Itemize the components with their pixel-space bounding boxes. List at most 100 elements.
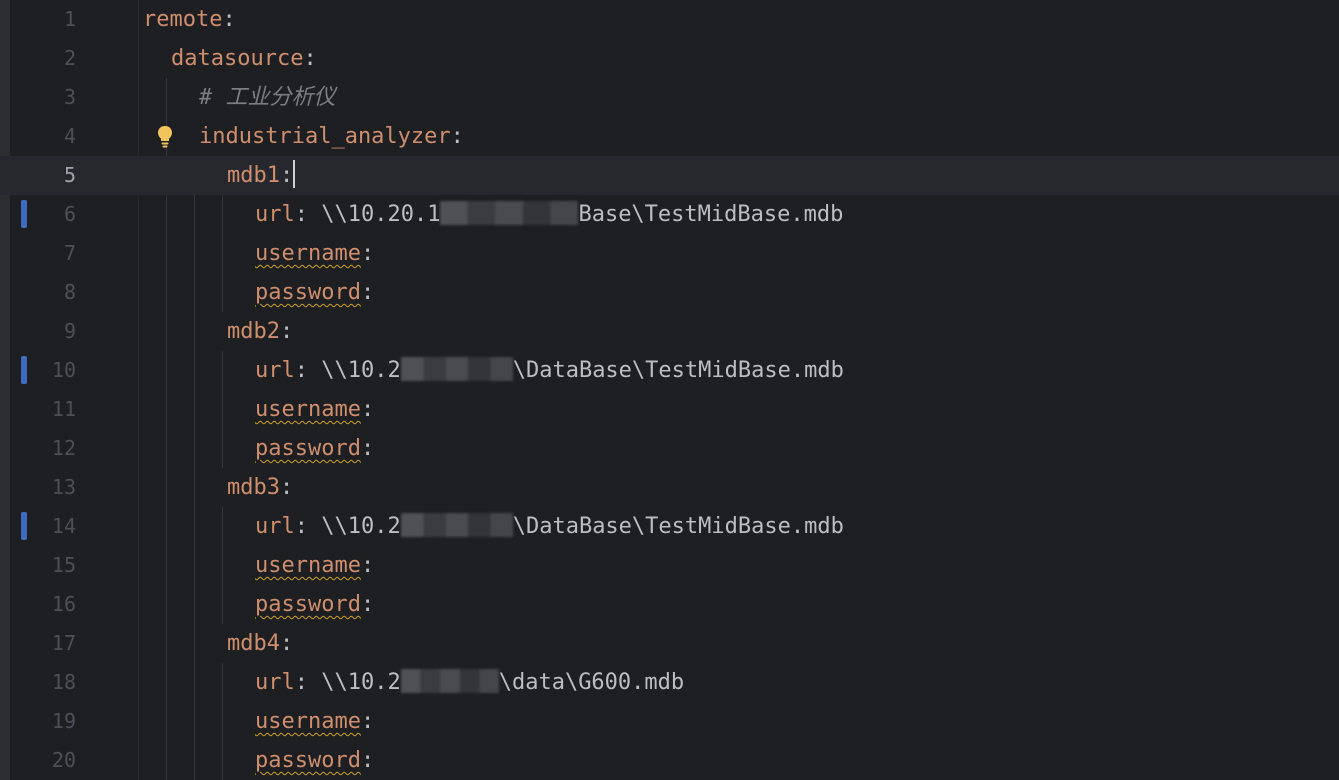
yaml-value-suffix: \DataBase\TestMidBase.mdb xyxy=(512,358,844,383)
yaml-key: remote xyxy=(143,7,223,32)
yaml-colon: : xyxy=(450,124,464,149)
yaml-comment: # 工业分析仪 xyxy=(199,85,336,110)
code-line[interactable]: 15 username: xyxy=(0,546,1339,585)
code-line[interactable]: 4 industrial_analyzer: xyxy=(0,117,1339,156)
code-line[interactable]: 12 password: xyxy=(0,429,1339,468)
yaml-colon: : xyxy=(360,397,375,422)
yaml-key: mdb1 xyxy=(227,163,280,188)
yaml-colon: : xyxy=(279,475,294,500)
line-number: 15 xyxy=(51,553,76,577)
line-number: 10 xyxy=(51,358,76,382)
line-number: 3 xyxy=(63,85,76,109)
line-number: 20 xyxy=(51,748,76,772)
line-number: 18 xyxy=(51,670,76,694)
line-number: 4 xyxy=(63,124,76,148)
code-text: url: \\10.2 \DataBase\TestMidBase.mdb xyxy=(255,351,844,390)
code-line[interactable]: 11 username: xyxy=(0,390,1339,429)
redacted-region xyxy=(400,669,499,693)
yaml-colon: : xyxy=(279,319,294,344)
code-text: password: xyxy=(255,429,374,468)
yaml-key: mdb3 xyxy=(227,475,280,500)
code-line[interactable]: 9 mdb2: xyxy=(0,312,1339,351)
yaml-colon: : xyxy=(303,46,317,71)
code-line[interactable]: 20 password: xyxy=(0,741,1339,780)
yaml-key: url xyxy=(255,358,295,383)
code-text: industrial_analyzer: xyxy=(199,117,464,156)
line-number: 14 xyxy=(51,514,76,538)
code-line[interactable]: 7 username: xyxy=(0,234,1339,273)
yaml-key: username xyxy=(255,553,361,578)
yaml-value-suffix: Base\TestMidBase.mdb xyxy=(578,202,844,227)
line-number: 19 xyxy=(51,709,76,733)
yaml-key: password xyxy=(255,592,361,617)
yaml-colon: : xyxy=(294,514,308,539)
code-line[interactable]: 17 mdb4: xyxy=(0,624,1339,663)
code-text: username: xyxy=(255,546,374,585)
code-line[interactable]: 10 url: \\10.2 \DataBase\TestMidBase.mdb xyxy=(0,351,1339,390)
text-caret xyxy=(293,160,296,188)
yaml-key: username xyxy=(255,709,361,734)
code-text: remote: xyxy=(143,0,236,39)
code-line[interactable]: 14 url: \\10.2 \DataBase\TestMidBase.mdb xyxy=(0,507,1339,546)
yaml-value-prefix: \\10.2 xyxy=(308,514,401,539)
code-line[interactable]: 16 password: xyxy=(0,585,1339,624)
yaml-colon: : xyxy=(294,670,308,695)
code-line[interactable]: 18 url: \\10.2 \data\G600.mdb xyxy=(0,663,1339,702)
yaml-colon: : xyxy=(279,631,294,656)
yaml-key: url xyxy=(255,202,295,227)
yaml-key: mdb2 xyxy=(227,319,280,344)
code-line[interactable]: 19 username: xyxy=(0,702,1339,741)
code-line[interactable]: 1 remote: xyxy=(0,0,1339,39)
code-line[interactable]: 6 url: \\10.20.1 Base\TestMidBase.mdb xyxy=(0,195,1339,234)
yaml-value-prefix: \\10.20.1 xyxy=(308,202,441,227)
yaml-key: url xyxy=(255,670,295,695)
yaml-colon: : xyxy=(294,358,308,383)
line-number: 5 xyxy=(63,163,76,187)
code-text: datasource: xyxy=(171,39,317,78)
yaml-colon: : xyxy=(360,592,375,617)
yaml-value-prefix: \\10.2 xyxy=(308,670,401,695)
yaml-value-suffix: \data\G600.mdb xyxy=(498,670,685,695)
code-line[interactable]: 13 mdb3: xyxy=(0,468,1339,507)
code-text: mdb2: xyxy=(227,312,293,351)
line-number: 7 xyxy=(63,241,76,265)
line-number: 12 xyxy=(51,436,76,460)
yaml-key: username xyxy=(255,397,361,422)
yaml-colon: : xyxy=(279,163,294,188)
yaml-key: url xyxy=(255,514,295,539)
code-text: username: xyxy=(255,702,374,741)
yaml-colon: : xyxy=(360,280,375,305)
redacted-region xyxy=(400,513,513,537)
line-number: 6 xyxy=(63,202,76,226)
line-number: 1 xyxy=(63,7,76,31)
redacted-region xyxy=(400,357,513,381)
yaml-colon: : xyxy=(360,553,375,578)
code-line[interactable]: 2 datasource: xyxy=(0,39,1339,78)
code-editor[interactable]: 1 remote: 2 datasource: 3 # 工业分析仪 4 indu… xyxy=(0,0,1339,780)
line-number: 2 xyxy=(63,46,76,70)
yaml-key: username xyxy=(255,241,361,266)
yaml-colon: : xyxy=(360,436,375,461)
yaml-value-prefix: \\10.2 xyxy=(308,358,401,383)
code-text: password: xyxy=(255,273,374,312)
code-text: username: xyxy=(255,234,374,273)
code-text: mdb3: xyxy=(227,468,293,507)
code-text: password: xyxy=(255,585,374,624)
code-text: password: xyxy=(255,741,374,780)
code-line[interactable]: 3 # 工业分析仪 xyxy=(0,78,1339,117)
yaml-value-suffix: \DataBase\TestMidBase.mdb xyxy=(512,514,844,539)
code-line[interactable]: 8 password: xyxy=(0,273,1339,312)
line-number: 17 xyxy=(51,631,76,655)
code-text: username: xyxy=(255,390,374,429)
lightbulb-icon[interactable] xyxy=(156,125,174,149)
yaml-colon: : xyxy=(294,202,308,227)
code-text: url: \\10.2 \data\G600.mdb xyxy=(255,663,684,702)
code-text: url: \\10.2 \DataBase\TestMidBase.mdb xyxy=(255,507,844,546)
line-number: 16 xyxy=(51,592,76,616)
line-number: 11 xyxy=(51,397,76,421)
code-text: mdb4: xyxy=(227,624,293,663)
code-line-current[interactable]: 5 mdb1: xyxy=(0,156,1339,195)
yaml-colon: : xyxy=(360,709,375,734)
line-number: 9 xyxy=(63,319,76,343)
code-text: url: \\10.20.1 Base\TestMidBase.mdb xyxy=(255,195,843,234)
